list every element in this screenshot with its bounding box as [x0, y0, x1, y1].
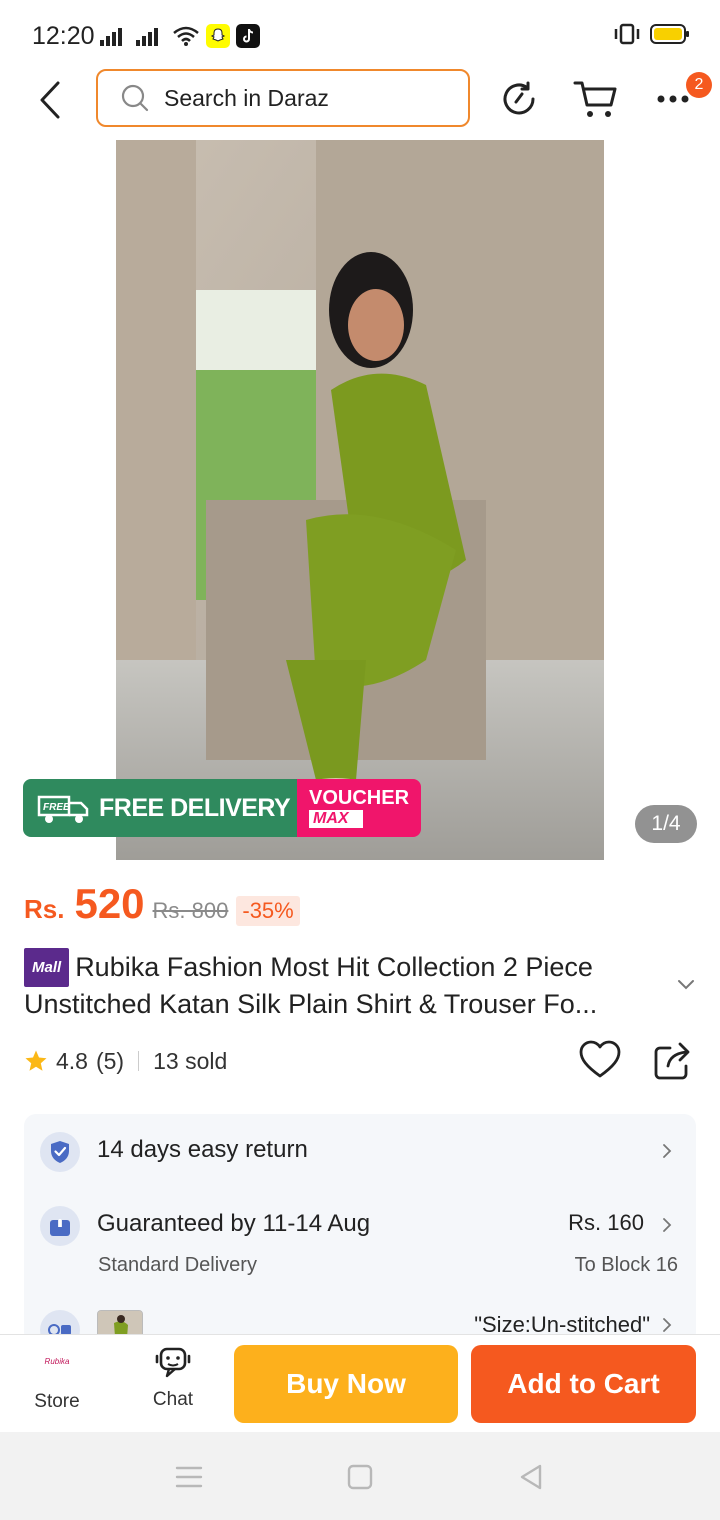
back-triangle-icon[interactable] — [516, 1462, 546, 1492]
store-logo: Rubika — [44, 1357, 70, 1366]
package-icon — [40, 1206, 80, 1246]
delivery-type: Standard Delivery — [98, 1254, 257, 1276]
free-delivery-promo: FREE FREE DELIVERY — [23, 779, 297, 837]
shield-icon — [40, 1132, 80, 1172]
price-currency: Rs. — [24, 894, 65, 924]
bottom-action-bar: Rubika Store Chat Buy Now Add to Cart — [0, 1334, 720, 1432]
product-title-label: Rubika Fashion Most Hit Collection 2 Pie… — [24, 952, 598, 1019]
chevron-right-icon — [663, 1144, 672, 1158]
voucher-text: VOUCHER — [309, 787, 410, 809]
cart-button[interactable] — [572, 76, 618, 122]
share-icon — [654, 1042, 690, 1080]
price-row: Rs. 520 Rs. 800 -35% — [24, 880, 300, 940]
product-title[interactable]: Mall Rubika Fashion Most Hit Collection 2… — [24, 948, 674, 1022]
search-placeholder: Search in Daraz — [164, 84, 329, 111]
cart-badge: 2 — [686, 72, 712, 98]
signal-icon-2 — [136, 28, 158, 46]
chat-label: Chat — [152, 1389, 194, 1410]
chevron-down-icon[interactable] — [676, 974, 696, 994]
delivery-label: Guaranteed by 11-14 Aug — [97, 1210, 371, 1237]
product-title-text: Mall Rubika Fashion Most Hit Collection 2… — [24, 948, 674, 1022]
voucher-max-promo: VOUCHER MAX — [297, 779, 421, 837]
promo-banner: FREE FREE DELIVERY VOUCHER MAX — [23, 779, 421, 837]
delivery-price: Rs. 160 — [568, 1210, 644, 1235]
status-bar: 12:20 — [0, 0, 720, 68]
sold-count: 13 sold — [153, 1047, 228, 1074]
wifi-icon — [173, 26, 199, 46]
star-icon — [25, 1050, 47, 1071]
cart-icon — [573, 81, 617, 117]
chevron-left-icon — [40, 81, 60, 119]
back-button[interactable] — [30, 78, 70, 122]
tiktok-icon — [236, 24, 260, 48]
share-button[interactable] — [652, 1038, 692, 1082]
system-navigation-bar — [0, 1432, 720, 1520]
rating-count: (5) — [95, 1047, 125, 1074]
wishlist-button[interactable] — [578, 1038, 622, 1082]
store-label: Store — [34, 1391, 80, 1412]
price-current: 520 — [74, 880, 145, 927]
product-page: 12:20 Search in Daraz 2 FREE FREE DELIVE… — [0, 0, 720, 1520]
delivery-location: To Block 16 — [574, 1254, 678, 1276]
discount-badge: -35% — [236, 896, 300, 926]
free-tag-text: FREE — [43, 802, 70, 813]
chevron-right-icon — [663, 1218, 672, 1232]
vibrate-icon — [614, 23, 640, 45]
rating-row[interactable]: 4.8 (5) 13 sold — [24, 1044, 227, 1078]
chat-button[interactable]: Chat — [136, 1345, 210, 1425]
history-button[interactable] — [496, 76, 542, 122]
store-button[interactable]: Rubika Store — [20, 1345, 94, 1425]
search-input[interactable]: Search in Daraz — [96, 69, 470, 127]
voucher-max-text: MAX — [309, 810, 363, 828]
history-icon — [503, 81, 535, 115]
heart-icon — [579, 1040, 621, 1078]
product-photo — [116, 140, 604, 860]
returns-label: 14 days easy return — [97, 1136, 308, 1163]
status-icons-right — [612, 22, 690, 46]
buy-now-button[interactable]: Buy Now — [234, 1345, 458, 1423]
chevron-right-icon — [663, 1318, 672, 1332]
returns-row[interactable]: 14 days easy return — [24, 1114, 696, 1190]
image-counter: 1/4 — [635, 805, 697, 843]
add-to-cart-button[interactable]: Add to Cart — [471, 1345, 696, 1423]
free-delivery-text: FREE DELIVERY — [99, 793, 291, 822]
service-info-card: 14 days easy return Guaranteed by 11-14 … — [24, 1114, 696, 1344]
rating-divider — [138, 1051, 140, 1071]
delivery-row[interactable]: Guaranteed by 11-14 Aug Standard Deliver… — [24, 1192, 696, 1302]
product-image[interactable] — [116, 140, 604, 860]
more-icon — [657, 95, 689, 103]
home-square-icon[interactable] — [345, 1462, 375, 1492]
delivery-truck-icon: FREE — [37, 795, 89, 823]
snapchat-icon — [206, 24, 230, 48]
rating-value: 4.8 — [56, 1047, 88, 1074]
price-original: Rs. 800 — [152, 898, 229, 923]
chat-bot-icon — [155, 1347, 191, 1378]
status-time: 12:20 — [32, 22, 95, 50]
battery-icon — [650, 24, 689, 44]
signal-icon — [100, 28, 122, 46]
search-icon — [121, 84, 149, 112]
header: Search in Daraz 2 — [0, 68, 720, 130]
menu-icon[interactable] — [174, 1462, 204, 1492]
status-icons-left — [100, 24, 260, 48]
mall-badge: Mall — [24, 948, 70, 987]
